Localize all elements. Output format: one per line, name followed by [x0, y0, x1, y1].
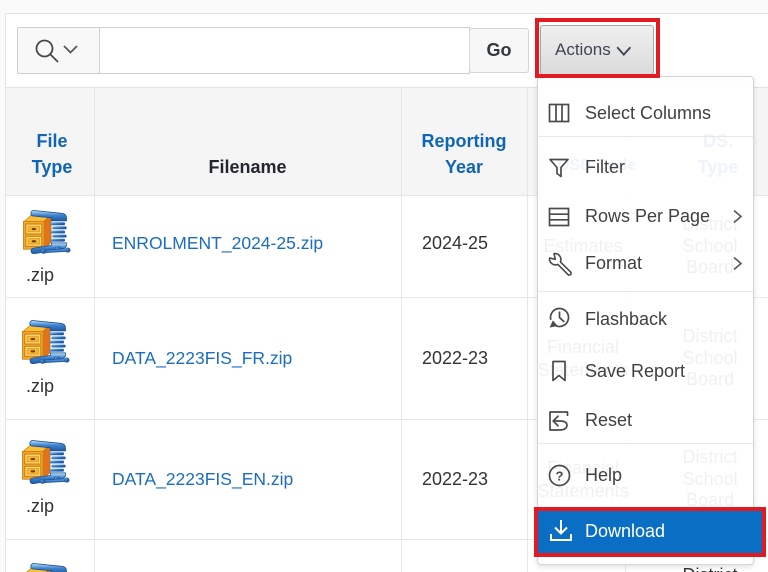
svg-text:?: ?	[556, 469, 564, 484]
